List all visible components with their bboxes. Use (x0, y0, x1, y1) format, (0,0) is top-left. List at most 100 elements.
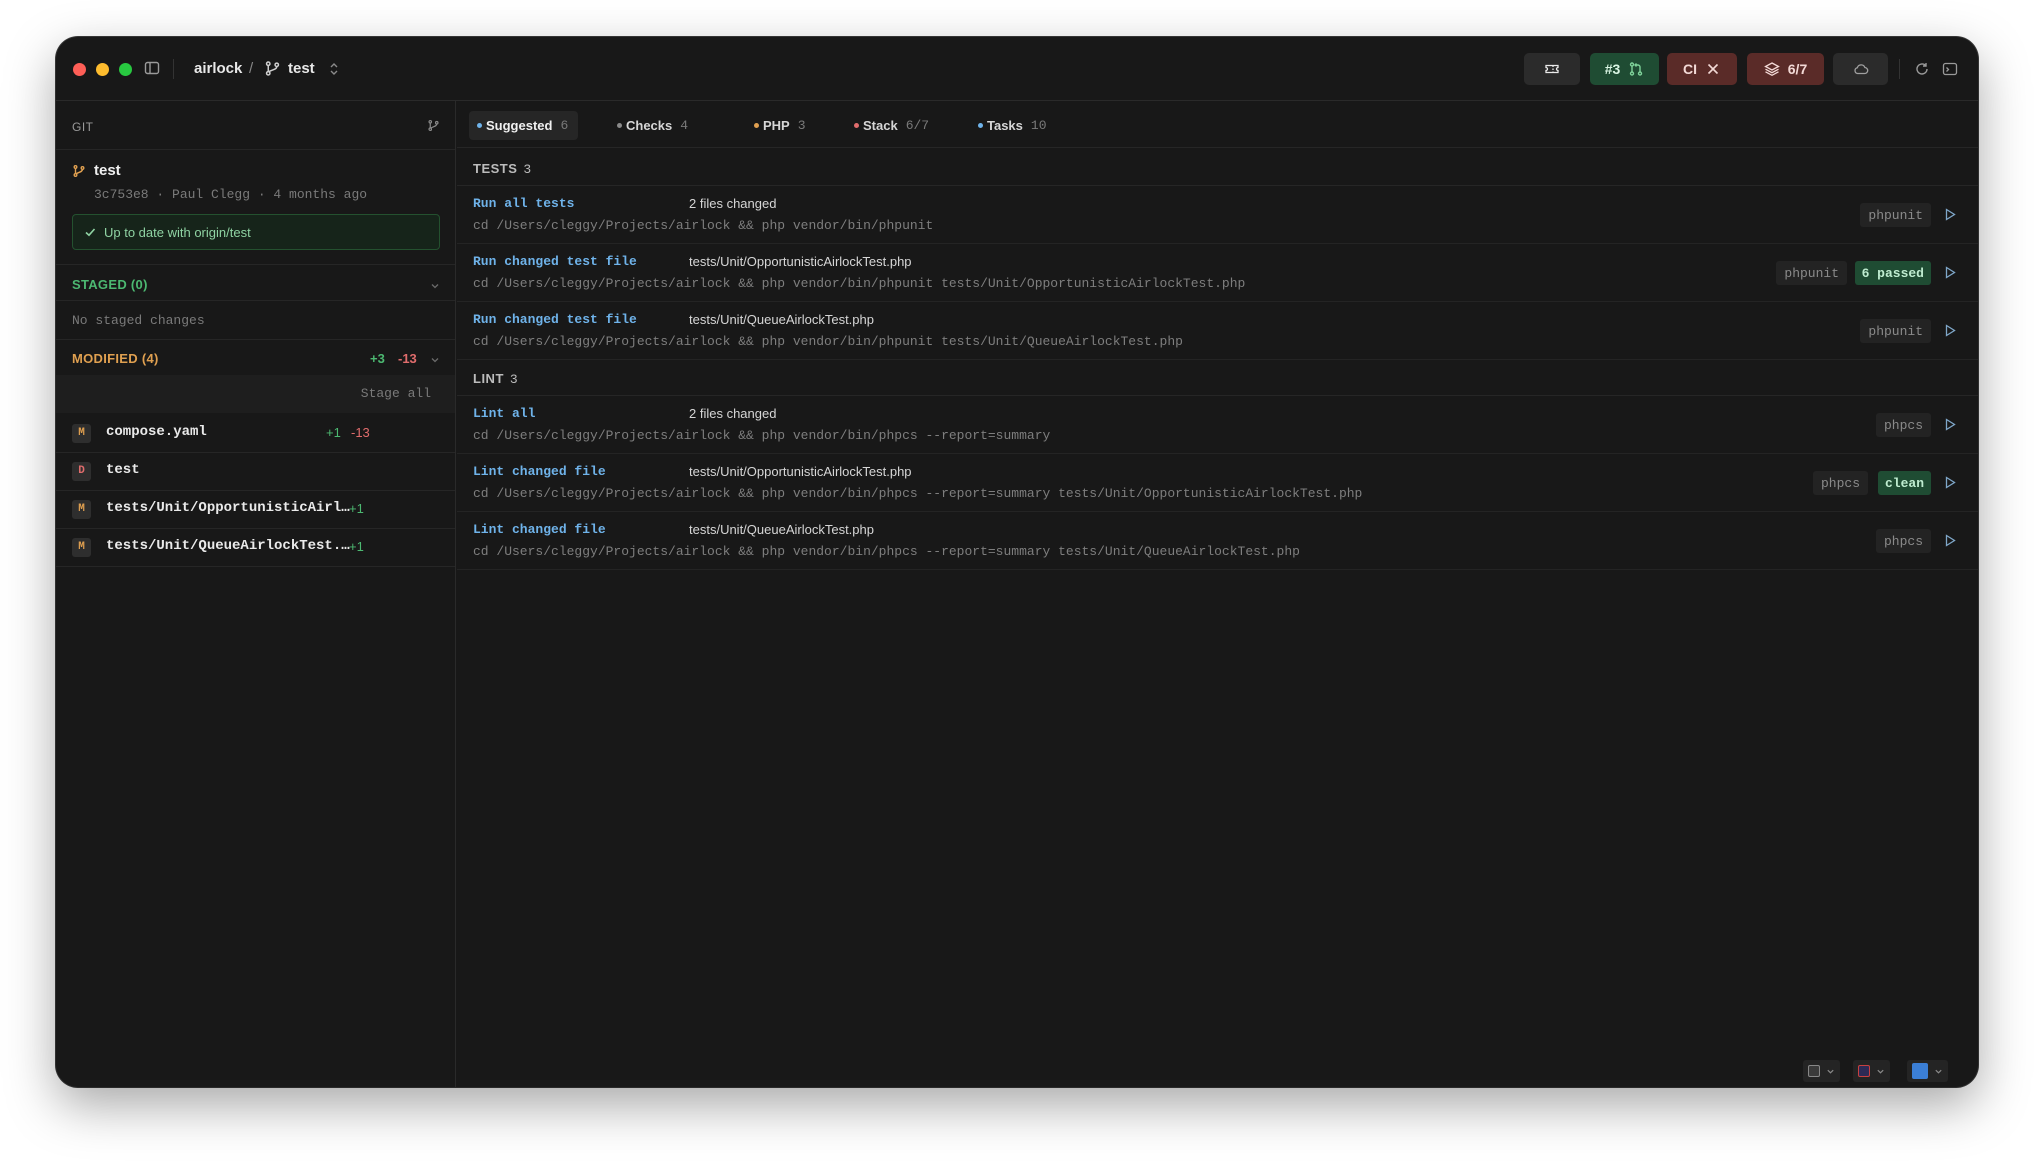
modified-section-title[interactable]: MODIFIED (4) (72, 351, 159, 366)
refresh-icon[interactable] (1914, 61, 1930, 77)
modified-file-row[interactable]: M compose.yaml +1 -13 (56, 414, 455, 452)
app-window: airlock / test #3 CI 6/7 GIT test 3c753e… (56, 37, 1978, 1087)
chevron-down-icon[interactable] (430, 355, 440, 365)
stage-all-button[interactable]: Stage all (361, 386, 431, 401)
staged-section-title[interactable]: STAGED (0) (72, 277, 148, 292)
tab-count: 4 (680, 118, 689, 133)
tab-stack[interactable]: Stack 6/7 (846, 111, 939, 140)
tab-label: Stack (863, 118, 898, 133)
sidebar-divider (56, 566, 455, 567)
ci-failed-x-icon (1707, 63, 1719, 75)
git-section-header: GIT (72, 120, 94, 134)
git-client-app-icon (1858, 1065, 1870, 1077)
task-name[interactable]: Lint changed file (473, 464, 606, 479)
tab-suggested[interactable]: Suggested 6 (469, 111, 579, 140)
task-row[interactable]: Run changed test file tests/Unit/Opportu… (457, 244, 1978, 302)
task-files: tests/Unit/OpportunisticAirlockTest.php (689, 254, 912, 269)
file-name: tests/Unit/QueueAirlockTest.… (106, 538, 350, 554)
group-title-tests: TESTS 3 (473, 161, 532, 177)
file-status-badge: M (72, 500, 91, 519)
tab-dot (617, 123, 622, 128)
task-command: cd /Users/cleggy/Projects/airlock && php… (473, 276, 1246, 291)
git-branch-action-icon[interactable] (427, 119, 440, 132)
editor-picker[interactable] (1803, 1060, 1840, 1082)
stage-all-bar: Stage all (56, 375, 455, 413)
ci-status-button[interactable]: CI (1667, 53, 1737, 85)
chevron-down-icon (1935, 1069, 1942, 1074)
file-additions: +1 (326, 425, 341, 440)
tab-tasks[interactable]: Tasks 10 (970, 111, 1057, 140)
breadcrumb-separator: / (249, 60, 254, 77)
tasks-panel: Suggested 6 Checks 4 PHP 3 Stack 6/7 Tas… (457, 101, 1978, 1087)
file-deletions: -13 (351, 425, 370, 440)
play-icon[interactable] (1944, 324, 1956, 337)
chevron-up-down-icon[interactable] (327, 61, 341, 77)
task-row[interactable]: Lint changed file tests/Unit/QueueAirloc… (457, 512, 1978, 570)
check-icon (85, 228, 96, 237)
tab-dot (854, 123, 859, 128)
stack-status-button[interactable]: 6/7 (1747, 53, 1824, 85)
task-result-badge: 6 passed (1854, 261, 1931, 285)
task-name[interactable]: Lint changed file (473, 522, 606, 537)
sync-status-text: Up to date with origin/test (104, 224, 251, 240)
file-status-badge: M (72, 538, 91, 557)
task-tool-chip: phpunit (1860, 319, 1931, 343)
branch-icon (73, 165, 85, 177)
pull-request-number: #3 (1604, 61, 1621, 77)
task-tool-chip: phpcs (1875, 529, 1931, 553)
task-tool-chip: phpcs (1812, 471, 1868, 495)
cloud-button[interactable] (1833, 53, 1888, 85)
pull-request-button[interactable]: #3 (1590, 53, 1659, 85)
modified-file-row[interactable]: M tests/Unit/OpportunisticAirl… +1 (56, 490, 455, 528)
task-command: cd /Users/cleggy/Projects/airlock && php… (473, 486, 1363, 501)
minimize-window-button[interactable] (96, 63, 109, 76)
play-icon[interactable] (1944, 266, 1956, 279)
task-files: 2 files changed (689, 406, 777, 421)
task-tool-chip: phpcs (1875, 413, 1931, 437)
terminal-icon[interactable] (1942, 61, 1958, 77)
play-icon[interactable] (1944, 418, 1956, 431)
close-window-button[interactable] (73, 63, 86, 76)
tab-checks[interactable]: Checks 4 (609, 111, 698, 140)
tab-label: Checks (626, 118, 673, 133)
task-command: cd /Users/cleggy/Projects/airlock && php… (473, 218, 934, 233)
finder-picker[interactable] (1907, 1060, 1948, 1082)
task-name[interactable]: Run changed test file (473, 312, 637, 327)
group-count: 3 (523, 162, 532, 177)
tab-count: 6 (560, 118, 569, 133)
pull-request-icon (1630, 62, 1643, 76)
ticket-button[interactable] (1524, 53, 1580, 85)
file-name: test (106, 462, 140, 478)
tab-label: PHP (763, 118, 790, 133)
play-icon[interactable] (1944, 208, 1956, 221)
task-row[interactable]: Lint all 2 files changed cd /Users/clegg… (457, 396, 1978, 454)
no-staged-message: No staged changes (72, 313, 205, 328)
group-title-label: LINT (473, 371, 504, 386)
sidebar-divider (56, 149, 455, 150)
tab-count: 10 (1030, 118, 1047, 133)
play-icon[interactable] (1944, 534, 1956, 547)
task-name[interactable]: Run changed test file (473, 254, 637, 269)
play-icon[interactable] (1944, 476, 1956, 489)
sidebar-divider (56, 264, 455, 265)
task-row[interactable]: Run changed test file tests/Unit/QueueAi… (457, 302, 1978, 360)
cloud-icon (1853, 64, 1868, 75)
tab-php[interactable]: PHP 3 (746, 111, 816, 140)
sidebar-toggle-icon[interactable] (144, 60, 160, 76)
ticket-icon (1545, 64, 1559, 74)
tab-dot (477, 123, 482, 128)
branch-selector[interactable]: test (288, 59, 315, 79)
task-name[interactable]: Run all tests (473, 196, 574, 211)
zoom-window-button[interactable] (119, 63, 132, 76)
modified-file-row[interactable]: M tests/Unit/QueueAirlockTest.… +1 (56, 528, 455, 566)
group-count: 3 (509, 372, 519, 387)
title-separator-right (1899, 59, 1900, 79)
git-client-picker[interactable] (1853, 1060, 1890, 1082)
file-name: tests/Unit/OpportunisticAirl… (106, 500, 350, 516)
chevron-down-icon[interactable] (430, 281, 440, 291)
task-row[interactable]: Run all tests 2 files changed cd /Users/… (457, 186, 1978, 244)
modified-file-row[interactable]: D test (56, 452, 455, 490)
task-row[interactable]: Lint changed file tests/Unit/Opportunist… (457, 454, 1978, 512)
task-name[interactable]: Lint all (473, 406, 535, 421)
repo-name[interactable]: airlock (194, 59, 242, 79)
